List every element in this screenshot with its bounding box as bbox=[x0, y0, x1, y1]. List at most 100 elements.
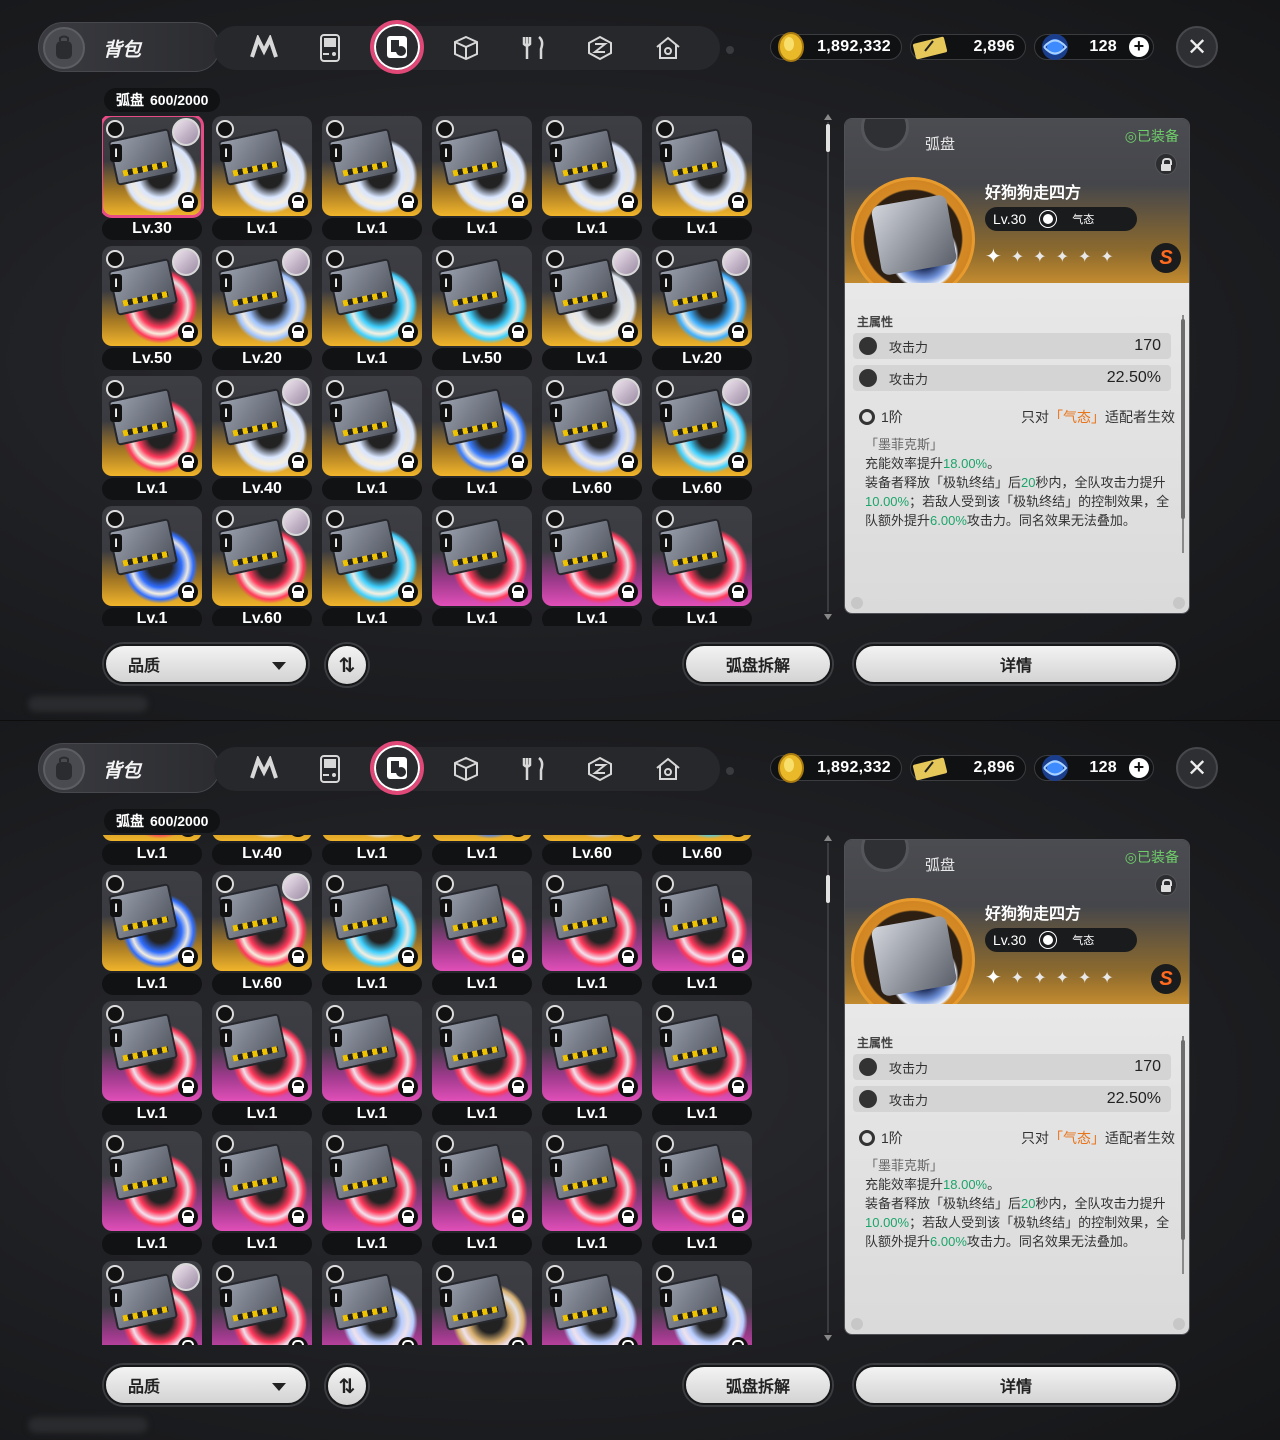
scroll-down-arrow-icon[interactable] bbox=[824, 1335, 832, 1341]
disc-item[interactable]: I Lv.1 bbox=[102, 1001, 202, 1131]
disc-card[interactable]: I bbox=[542, 1261, 642, 1345]
disc-card[interactable]: I bbox=[322, 506, 422, 606]
lock-icon[interactable] bbox=[288, 835, 308, 837]
disc-item[interactable]: I Lv.1 bbox=[542, 1001, 642, 1131]
dismantle-button[interactable]: 弧盘拆解 bbox=[684, 1365, 832, 1405]
disc-item[interactable]: I Lv.1 bbox=[542, 871, 642, 1001]
disc-card[interactable]: I bbox=[102, 835, 202, 841]
disc-card[interactable]: I bbox=[542, 835, 642, 841]
disc-item[interactable]: I Lv.1 bbox=[212, 1131, 312, 1261]
disc-item[interactable]: I Lv.1 bbox=[432, 506, 532, 626]
disc-card[interactable]: I bbox=[542, 1001, 642, 1101]
lock-icon[interactable] bbox=[618, 1337, 638, 1345]
disc-card[interactable]: I bbox=[102, 376, 202, 476]
disc-item[interactable]: I Lv.1 bbox=[542, 506, 642, 626]
disc-card[interactable]: I bbox=[542, 246, 642, 346]
disc-item[interactable]: I Lv.1 bbox=[432, 871, 532, 1001]
lock-icon[interactable] bbox=[508, 452, 528, 472]
scroll-down-arrow-icon[interactable] bbox=[824, 614, 832, 620]
disc-card[interactable]: I bbox=[212, 506, 312, 606]
disc-item[interactable]: I Lv.40 bbox=[212, 835, 312, 871]
disc-card[interactable]: I bbox=[652, 116, 752, 216]
disc-item[interactable]: I Lv.1 bbox=[322, 871, 422, 1001]
disc-card[interactable]: I bbox=[432, 506, 532, 606]
lock-icon[interactable] bbox=[398, 1337, 418, 1345]
disc-card[interactable]: I bbox=[212, 376, 312, 476]
disc-item[interactable]: I Lv.1 bbox=[432, 835, 532, 871]
disc-card[interactable]: I bbox=[542, 116, 642, 216]
disc-card[interactable]: I bbox=[432, 835, 532, 841]
lock-icon[interactable] bbox=[288, 1207, 308, 1227]
home-icon[interactable] bbox=[650, 30, 686, 66]
sort-order-button[interactable]: ⇅ bbox=[326, 644, 368, 686]
scroll-up-arrow-icon[interactable] bbox=[824, 835, 832, 841]
add-battery-button[interactable]: + bbox=[1129, 758, 1149, 778]
disc-item[interactable]: I Lv.1 bbox=[542, 116, 642, 246]
disc-item[interactable]: I Lv.1 bbox=[322, 835, 422, 871]
disc-card[interactable]: I bbox=[212, 1261, 312, 1345]
lock-icon[interactable] bbox=[288, 1077, 308, 1097]
disc-card[interactable]: I bbox=[102, 1261, 202, 1345]
emblem-icon[interactable] bbox=[582, 30, 618, 66]
disc-item[interactable]: I Lv.1 bbox=[432, 116, 532, 246]
disc-card[interactable]: I bbox=[322, 246, 422, 346]
lock-icon[interactable] bbox=[508, 322, 528, 342]
disc-card[interactable]: I bbox=[102, 506, 202, 606]
disc-item[interactable]: I bbox=[432, 1261, 532, 1345]
lock-icon[interactable] bbox=[508, 1337, 528, 1345]
lock-icon[interactable] bbox=[508, 582, 528, 602]
lock-icon[interactable] bbox=[398, 1077, 418, 1097]
disc-card[interactable]: I bbox=[652, 1261, 752, 1345]
disc-item[interactable]: I Lv.1 bbox=[322, 246, 422, 376]
disc-card[interactable]: I bbox=[542, 506, 642, 606]
disc-card[interactable]: I bbox=[212, 871, 312, 971]
lock-icon[interactable] bbox=[728, 322, 748, 342]
details-button[interactable]: 详情 bbox=[854, 1365, 1178, 1405]
lock-icon[interactable] bbox=[178, 452, 198, 472]
lock-icon[interactable] bbox=[288, 1337, 308, 1345]
disc-item[interactable]: I Lv.1 bbox=[652, 1131, 752, 1261]
disc-item[interactable]: I Lv.60 bbox=[542, 376, 642, 506]
lock-icon[interactable] bbox=[618, 1207, 638, 1227]
disc-card[interactable]: I bbox=[212, 246, 312, 346]
disc-card[interactable]: I bbox=[212, 1131, 312, 1231]
grid-scroll-thumb[interactable] bbox=[826, 124, 830, 152]
disc-card[interactable]: I bbox=[432, 1001, 532, 1101]
disc-card[interactable]: I bbox=[432, 376, 532, 476]
disc-item[interactable]: I Lv.20 bbox=[212, 246, 312, 376]
disc-card[interactable]: I bbox=[322, 1261, 422, 1345]
disc-card[interactable]: I bbox=[432, 246, 532, 346]
lock-icon[interactable] bbox=[618, 192, 638, 212]
lock-icon[interactable] bbox=[508, 192, 528, 212]
dismantle-button[interactable]: 弧盘拆解 bbox=[684, 644, 832, 684]
detail-scrollbar[interactable] bbox=[1181, 1036, 1185, 1274]
disc-item[interactable]: I Lv.60 bbox=[212, 871, 312, 1001]
fork-knife-icon[interactable] bbox=[516, 30, 552, 66]
lock-icon[interactable] bbox=[618, 1077, 638, 1097]
lock-icon[interactable] bbox=[178, 1077, 198, 1097]
lock-icon[interactable] bbox=[618, 947, 638, 967]
lock-icon[interactable] bbox=[508, 1077, 528, 1097]
disc-item[interactable]: I Lv.60 bbox=[652, 835, 752, 871]
disc-book-icon[interactable] bbox=[370, 20, 424, 74]
close-button[interactable]: ✕ bbox=[1176, 747, 1218, 789]
lock-icon[interactable] bbox=[398, 452, 418, 472]
sort-order-button[interactable]: ⇅ bbox=[326, 1365, 368, 1407]
lock-icon[interactable] bbox=[728, 582, 748, 602]
disc-card[interactable]: I bbox=[542, 376, 642, 476]
zenless-logo-icon[interactable] bbox=[246, 751, 282, 787]
disc-book-icon[interactable] bbox=[370, 741, 424, 795]
lock-icon[interactable] bbox=[178, 192, 198, 212]
disc-card[interactable]: I bbox=[322, 871, 422, 971]
disc-item[interactable]: I Lv.1 bbox=[102, 376, 202, 506]
lock-icon[interactable] bbox=[508, 835, 528, 837]
disc-item[interactable]: I Lv.1 bbox=[652, 1001, 752, 1131]
cube-icon[interactable] bbox=[448, 30, 484, 66]
disc-item[interactable]: I Lv.1 bbox=[432, 1131, 532, 1261]
disc-card[interactable]: I bbox=[212, 116, 312, 216]
disc-item[interactable]: I Lv.1 bbox=[432, 1001, 532, 1131]
disc-card[interactable]: I bbox=[652, 376, 752, 476]
lock-icon[interactable] bbox=[728, 1337, 748, 1345]
disc-item[interactable]: I bbox=[652, 1261, 752, 1345]
disc-item[interactable]: I Lv.1 bbox=[652, 871, 752, 1001]
